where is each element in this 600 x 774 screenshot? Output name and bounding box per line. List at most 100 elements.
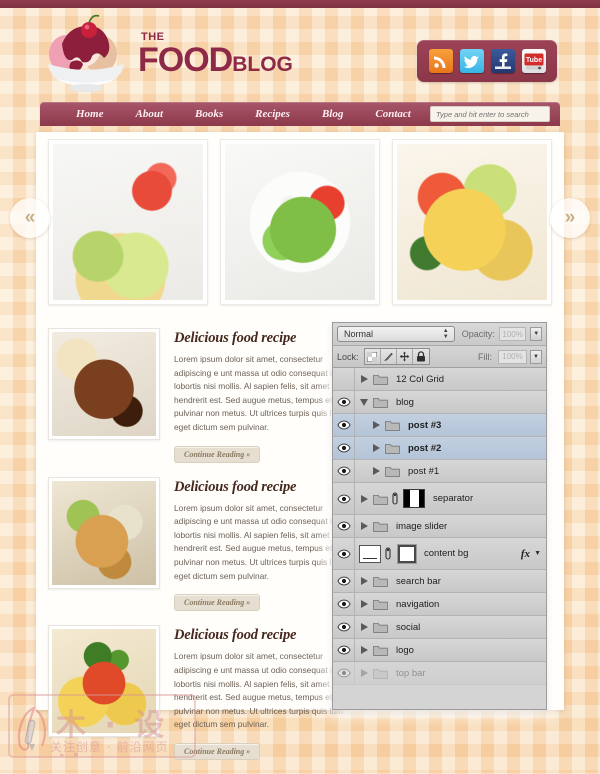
post-body: Delicious food recipe Lorem ipsum dolor …: [174, 328, 348, 463]
folder-icon: [373, 622, 388, 633]
layer-visibility-toggle[interactable]: [333, 570, 355, 592]
slide-image-2: [225, 144, 375, 300]
layer-name: post #2: [408, 442, 442, 454]
layer-row[interactable]: social: [333, 616, 546, 639]
layer-visibility-toggle[interactable]: [333, 639, 355, 661]
logo[interactable]: THE FOODBLOG: [38, 10, 293, 98]
folder-icon: [373, 521, 388, 532]
post-thumbnail[interactable]: [48, 476, 160, 589]
expand-arrow-icon[interactable]: [357, 494, 371, 504]
expand-arrow-icon[interactable]: [369, 443, 383, 453]
layer-mask-thumbnail[interactable]: [397, 543, 417, 564]
layer-effects-icon[interactable]: fx: [521, 548, 534, 560]
layer-name: separator: [433, 493, 474, 504]
slider-item[interactable]: [392, 139, 552, 305]
rss-icon[interactable]: [428, 49, 453, 73]
link-mask-icon[interactable]: [391, 491, 399, 506]
nav-item-contact[interactable]: Contact: [359, 108, 426, 120]
twitter-icon[interactable]: [459, 49, 484, 73]
layer-thumbnail[interactable]: [403, 489, 425, 508]
expand-arrow-icon[interactable]: [357, 374, 371, 384]
layer-row[interactable]: top bar: [333, 662, 546, 685]
slide-image-3: [397, 144, 547, 300]
nav-item-blog[interactable]: Blog: [306, 108, 359, 120]
opacity-input[interactable]: 100%: [498, 327, 527, 341]
lock-all-icon[interactable]: [412, 349, 429, 364]
expand-arrow-icon[interactable]: [357, 668, 371, 678]
layer-visibility-toggle[interactable]: [333, 662, 355, 684]
layer-name: post #3: [408, 419, 442, 431]
expand-arrow-icon[interactable]: [357, 521, 371, 531]
layer-row[interactable]: separator: [333, 483, 546, 515]
folder-icon: [373, 645, 388, 656]
slider-item[interactable]: [48, 139, 208, 305]
layer-row[interactable]: search bar: [333, 570, 546, 593]
expand-arrow-icon[interactable]: [357, 645, 371, 655]
collapse-arrow-icon[interactable]: [357, 398, 371, 407]
layers-panel-lock-row: Lock: Fill: 100% ▼: [333, 346, 546, 368]
slider-prev-arrow-icon[interactable]: «: [10, 198, 50, 238]
link-mask-icon[interactable]: [384, 546, 392, 561]
layer-visibility-toggle[interactable]: [333, 437, 355, 459]
layer-visibility-toggle[interactable]: [333, 593, 355, 615]
blend-mode-select[interactable]: Normal ▲ ▼: [337, 326, 455, 342]
layer-visibility-toggle[interactable]: [333, 483, 355, 514]
layer-visibility-toggle[interactable]: [333, 515, 355, 537]
layer-row[interactable]: image slider: [333, 515, 546, 538]
expand-arrow-icon[interactable]: [357, 599, 371, 609]
layer-row[interactable]: 12 Col Grid: [333, 368, 546, 391]
facebook-icon[interactable]: [490, 49, 515, 73]
layer-row[interactable]: blog: [333, 391, 546, 414]
layer-row[interactable]: content bg fx ▼: [333, 538, 546, 570]
expand-arrow-icon[interactable]: [357, 576, 371, 586]
layer-effects-expand-icon[interactable]: ▼: [534, 550, 546, 557]
nav-item-recipes[interactable]: Recipes: [239, 108, 306, 120]
folder-icon: [373, 668, 388, 679]
layer-visibility-toggle[interactable]: [333, 414, 355, 436]
lock-position-icon[interactable]: [396, 349, 413, 364]
layer-visibility-toggle[interactable]: [333, 391, 355, 413]
opacity-dropdown-icon[interactable]: ▼: [530, 327, 542, 341]
lock-transparent-pixels-icon[interactable]: [364, 349, 381, 364]
expand-arrow-icon[interactable]: [369, 420, 383, 430]
layer-row[interactable]: post #1: [333, 460, 546, 483]
post-body: Delicious food recipe Lorem ipsum dolor …: [174, 477, 348, 612]
fill-input[interactable]: 100%: [498, 349, 527, 364]
layers-panel-toolbar-top: Normal ▲ ▼ Opacity: 100% ▼: [333, 323, 546, 346]
lock-label: Lock:: [337, 351, 359, 362]
slider-item[interactable]: [220, 139, 380, 305]
layer-row[interactable]: navigation: [333, 593, 546, 616]
slider-next-arrow-icon[interactable]: »: [550, 198, 590, 238]
layer-thumbnail[interactable]: [359, 544, 381, 563]
search-input[interactable]: [431, 109, 549, 119]
blend-mode-value: Normal: [344, 329, 374, 339]
fill-dropdown-icon[interactable]: ▼: [530, 349, 542, 364]
lock-image-pixels-icon[interactable]: [380, 349, 397, 364]
layer-row[interactable]: post #2: [333, 437, 546, 460]
nav-item-about[interactable]: About: [120, 108, 180, 120]
layer-row[interactable]: post #3: [333, 414, 546, 437]
continue-reading-button[interactable]: Continue Reading »: [174, 445, 261, 463]
post-thumbnail[interactable]: [48, 328, 160, 440]
expand-arrow-icon[interactable]: [369, 466, 383, 476]
eye-icon: [336, 622, 351, 632]
blog-post: Delicious food recipe Lorem ipsum dolor …: [48, 476, 348, 612]
folder-icon: [373, 599, 388, 610]
blog-post: Delicious food recipe Lorem ipsum dolor …: [48, 328, 348, 463]
layer-row[interactable]: logo: [333, 639, 546, 662]
layer-visibility-toggle[interactable]: [333, 368, 355, 390]
svg-text:Tube: Tube: [525, 57, 541, 64]
search-bar[interactable]: [430, 106, 550, 122]
layer-visibility-toggle[interactable]: [333, 460, 355, 482]
folder-icon: [385, 443, 400, 454]
photoshop-layers-panel: Normal ▲ ▼ Opacity: 100% ▼ Lock: Fill: 10…: [332, 322, 547, 710]
nav-item-books[interactable]: Books: [179, 108, 239, 120]
layer-visibility-toggle[interactable]: [333, 538, 355, 569]
expand-arrow-icon[interactable]: [357, 622, 371, 632]
eye-icon: [336, 549, 351, 558]
nav-item-home[interactable]: Home: [60, 108, 120, 120]
youtube-icon[interactable]: Tube: [521, 49, 546, 73]
continue-reading-button[interactable]: Continue Reading »: [174, 594, 261, 612]
eye-icon: [336, 576, 351, 586]
layer-visibility-toggle[interactable]: [333, 616, 355, 638]
